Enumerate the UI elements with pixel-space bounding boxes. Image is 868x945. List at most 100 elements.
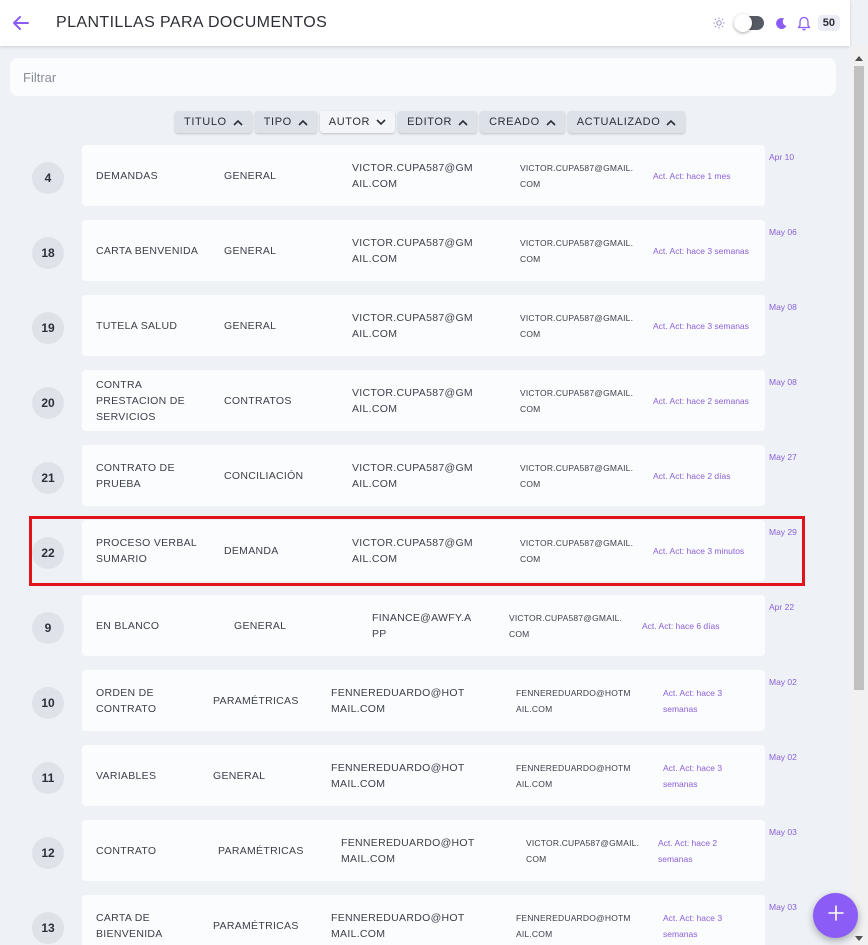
chevron-up-icon	[546, 117, 556, 127]
template-title: CONTRATO DE PRUEBA	[96, 461, 175, 490]
scroll-down-arrow[interactable]	[855, 936, 863, 941]
template-id: 12	[32, 837, 64, 869]
template-card[interactable]: DEMANDAS GENERAL VICTOR.CUPA587@GMAIL.CO…	[82, 145, 765, 206]
list-item: 19 TUTELA SALUD GENERAL VICTOR.CUPA587@G…	[0, 295, 850, 370]
template-title: CONTRATO	[96, 844, 157, 857]
template-updated: Act. Act: hace 1 mes	[653, 170, 731, 181]
template-id: 18	[32, 237, 64, 269]
template-updated: Act. Act: hace 3 minutos	[653, 545, 745, 556]
template-type: PARAMÉTRICAS	[213, 919, 299, 932]
template-card[interactable]: CONTRATO PARAMÉTRICAS FENNEREDUARDO@HOTM…	[82, 820, 765, 881]
template-editor: VICTOR.CUPA587@GMAIL.COM	[520, 237, 634, 264]
bell-icon[interactable]	[796, 15, 812, 31]
list-item: 12 CONTRATO PARAMÉTRICAS FENNEREDUARDO@H…	[0, 820, 850, 895]
template-type: DEMANDA	[224, 544, 279, 557]
sun-icon	[712, 16, 726, 30]
template-card[interactable]: EN BLANCO GENERAL FINANCE@AWFY.APP VICTO…	[82, 595, 765, 656]
sort-label: ACTUALIZADO	[576, 116, 661, 128]
scrollbar-thumb[interactable]	[854, 66, 864, 690]
sort-button-creado[interactable]: CREADO	[480, 111, 565, 133]
template-date: May 02	[769, 677, 797, 687]
add-template-button[interactable]	[813, 893, 858, 938]
template-card[interactable]: TUTELA SALUD GENERAL VICTOR.CUPA587@GMAI…	[82, 295, 765, 356]
template-title: ORDEN DE CONTRATO	[96, 686, 157, 715]
template-editor: VICTOR.CUPA587@GMAIL.COM	[526, 837, 640, 864]
template-card[interactable]: CARTA BENVENIDA GENERAL VICTOR.CUPA587@G…	[82, 220, 765, 281]
template-title: DEMANDAS	[96, 169, 158, 182]
sort-button-editor[interactable]: EDITOR	[398, 111, 478, 133]
template-updated: Act. Act: hace 6 días	[642, 620, 720, 631]
template-type: CONTRATOS	[224, 394, 292, 407]
template-editor: VICTOR.CUPA587@GMAIL.COM	[520, 312, 634, 339]
template-editor: VICTOR.CUPA587@GMAIL.COM	[520, 162, 634, 189]
template-title: VARIABLES	[96, 769, 157, 782]
chevron-down-icon	[376, 117, 386, 127]
template-editor: VICTOR.CUPA587@GMAIL.COM	[520, 462, 634, 489]
plus-icon	[827, 905, 844, 926]
template-date: May 08	[769, 377, 797, 387]
template-type: GENERAL	[224, 244, 277, 257]
template-author: FENNEREDUARDO@HOTMAIL.COM	[331, 911, 465, 940]
template-card[interactable]: CONTRA PRESTACION DE SERVICIOS CONTRATOS…	[82, 370, 765, 431]
template-author: VICTOR.CUPA587@GMAIL.COM	[352, 311, 473, 340]
template-id: 4	[32, 162, 64, 194]
page-title: PLANTILLAS PARA DOCUMENTOS	[56, 14, 328, 31]
chevron-up-icon	[298, 117, 308, 127]
template-updated: Act. Act: hace 2 semanas	[658, 837, 718, 864]
list-item: 18 CARTA BENVENIDA GENERAL VICTOR.CUPA58…	[0, 220, 850, 295]
template-date: May 02	[769, 752, 797, 762]
template-type: PARAMÉTRICAS	[213, 694, 299, 707]
template-title: EN BLANCO	[96, 619, 160, 632]
sort-label: EDITOR	[407, 116, 453, 128]
notification-badge: 50	[817, 15, 840, 31]
template-author: FENNEREDUARDO@HOTMAIL.COM	[331, 761, 465, 790]
sort-label: CREADO	[489, 116, 540, 128]
filter-input[interactable]	[23, 69, 836, 85]
template-date: May 03	[769, 827, 797, 837]
sort-button-actualizado[interactable]: ACTUALIZADO	[567, 111, 686, 133]
template-id: 10	[32, 687, 64, 719]
template-card[interactable]: ORDEN DE CONTRATO PARAMÉTRICAS FENNEREDU…	[82, 670, 765, 731]
template-date: Apr 22	[769, 602, 795, 612]
sort-button-autor[interactable]: AUTOR	[319, 111, 396, 133]
list-item: 21 CONTRATO DE PRUEBA CONCILIACIÓN VICTO…	[0, 445, 850, 520]
template-id: 22	[32, 537, 64, 569]
header-actions: 50	[712, 0, 840, 46]
top-bar: PLANTILLAS PARA DOCUMENTOS 50	[0, 0, 850, 46]
template-title: CARTA BENVENIDA	[96, 244, 199, 257]
template-id: 9	[32, 612, 64, 644]
template-card[interactable]: CARTA DE BIENVENIDA PARAMÉTRICAS FENNERE…	[82, 895, 765, 945]
theme-toggle[interactable]	[733, 14, 764, 32]
sort-button-titulo[interactable]: TITULO	[175, 111, 252, 133]
template-updated: Act. Act: hace 3 semanas	[663, 762, 723, 789]
template-updated: Act. Act: hace 3 semanas	[663, 912, 723, 939]
list-item: 20 CONTRA PRESTACION DE SERVICIOS CONTRA…	[0, 370, 850, 445]
filter-bar	[10, 58, 836, 96]
template-title: PROCESO VERBAL SUMARIO	[96, 536, 197, 565]
template-type: CONCILIACIÓN	[224, 469, 304, 482]
template-id: 13	[32, 912, 64, 944]
moon-icon	[774, 15, 790, 31]
sort-button-tipo[interactable]: TIPO	[254, 111, 317, 133]
template-editor: VICTOR.CUPA587@GMAIL.COM	[520, 537, 634, 564]
toggle-knob	[733, 14, 752, 32]
template-author: VICTOR.CUPA587@GMAIL.COM	[352, 536, 473, 565]
list-item: 4 DEMANDAS GENERAL VICTOR.CUPA587@GMAIL.…	[0, 145, 850, 220]
template-card[interactable]: PROCESO VERBAL SUMARIO DEMANDA VICTOR.CU…	[82, 520, 765, 581]
template-updated: Act. Act: hace 3 semanas	[663, 687, 723, 714]
template-date: Apr 10	[769, 152, 795, 162]
template-author: VICTOR.CUPA587@GMAIL.COM	[352, 161, 473, 190]
scroll-up-arrow[interactable]	[855, 56, 863, 61]
template-list: 4 DEMANDAS GENERAL VICTOR.CUPA587@GMAIL.…	[0, 145, 850, 945]
template-editor: VICTOR.CUPA587@GMAIL.COM	[509, 612, 623, 639]
scrollbar[interactable]	[850, 46, 868, 945]
template-date: May 27	[769, 452, 797, 462]
template-card[interactable]: VARIABLES GENERAL FENNEREDUARDO@HOTMAIL.…	[82, 745, 765, 806]
template-author: VICTOR.CUPA587@GMAIL.COM	[352, 386, 473, 415]
back-arrow-icon[interactable]	[10, 12, 32, 34]
template-author: FENNEREDUARDO@HOTMAIL.COM	[341, 836, 475, 865]
template-card[interactable]: CONTRATO DE PRUEBA CONCILIACIÓN VICTOR.C…	[82, 445, 765, 506]
template-date: May 29	[769, 527, 797, 537]
sort-bar: TITULO TIPO AUTOR EDITOR CREADO ACTUALIZ…	[175, 111, 686, 133]
template-editor: FENNEREDUARDO@HOTMAIL.COM	[516, 912, 631, 939]
